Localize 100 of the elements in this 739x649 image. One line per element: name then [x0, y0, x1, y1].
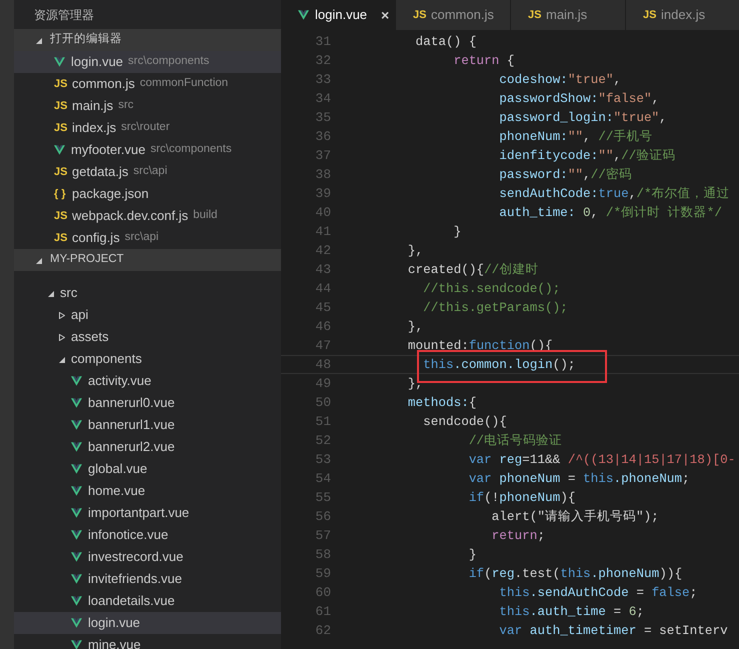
- code-line: passwordShow:"false",: [498, 90, 660, 108]
- code-line: data() {: [414, 32, 476, 51]
- file-item[interactable]: importantpart.vue: [14, 502, 281, 524]
- code-line: }: [452, 222, 462, 241]
- line-number: 31: [314, 32, 331, 51]
- sidebar-title: 资源管理器: [34, 6, 94, 24]
- section-header[interactable]: 打开的编辑器: [14, 29, 281, 51]
- line-number: 51: [314, 412, 331, 431]
- line-number: 32: [314, 52, 331, 70]
- file-item[interactable]: global.vue: [14, 458, 281, 480]
- braces-icon: { }: [54, 186, 66, 202]
- js-icon: JS: [54, 164, 66, 180]
- vue-icon: [71, 486, 82, 496]
- js-icon: JS: [54, 76, 66, 92]
- code-line: password_login:"true",: [498, 108, 667, 127]
- open-editor-item[interactable]: { } package.json: [14, 183, 281, 205]
- open-editor-item[interactable]: JS common.js commonFunction: [14, 73, 281, 95]
- close-button[interactable]: ×: [381, 4, 390, 26]
- file-item[interactable]: login.vue: [14, 612, 281, 634]
- expanded-triangle-icon[interactable]: [36, 256, 42, 264]
- code-line: password:"",//密码: [498, 166, 632, 184]
- line-number: 53: [314, 450, 331, 469]
- section-header[interactable]: MY-PROJECT: [14, 249, 281, 271]
- vue-icon: [71, 618, 82, 628]
- open-editor-item[interactable]: JS main.js src: [14, 95, 281, 117]
- file-item[interactable]: loandetails.vue: [14, 590, 281, 612]
- vue-icon: [71, 464, 82, 474]
- folder-item[interactable]: src: [14, 282, 281, 304]
- line-number: 37: [314, 146, 331, 165]
- expanded-triangle-icon[interactable]: [59, 356, 65, 362]
- line-number: 52: [314, 432, 331, 450]
- expanded-triangle-icon[interactable]: [36, 36, 42, 44]
- file-path: src\api: [133, 164, 168, 180]
- file-item[interactable]: infonotice.vue: [14, 524, 281, 546]
- collapsed-triangle-icon[interactable]: [59, 312, 65, 318]
- vue-icon: [71, 530, 82, 540]
- editor-tab[interactable]: login.vue ×: [281, 0, 396, 30]
- folder-item[interactable]: api: [14, 304, 281, 326]
- code-line: },: [406, 242, 424, 260]
- code-line: //this.sendcode();: [422, 280, 560, 298]
- line-number: 47: [314, 336, 331, 355]
- code-line: var auth_timetimer = setInterv: [498, 622, 728, 640]
- code-line: this.auth_time = 6;: [498, 602, 644, 621]
- collapsed-triangle-icon[interactable]: [59, 334, 65, 340]
- code-line: return;: [490, 526, 545, 545]
- open-editor-item[interactable]: myfooter.vue src\components: [14, 139, 281, 161]
- file-item[interactable]: bannerurl0.vue: [14, 392, 281, 414]
- editor-tab[interactable]: JS common.js: [396, 0, 511, 30]
- code-line: this.sendAuthCode = false;: [498, 584, 698, 602]
- line-number: 50: [314, 394, 331, 412]
- vue-icon: [71, 398, 82, 408]
- code-line: codeshow:"true",: [498, 70, 622, 89]
- line-number: 38: [314, 166, 331, 184]
- editor-tab[interactable]: JS main.js: [511, 0, 626, 30]
- file-path: src\components: [150, 142, 232, 158]
- expanded-triangle-icon[interactable]: [48, 290, 54, 296]
- open-editor-item[interactable]: login.vue src\components: [14, 51, 281, 73]
- file-item[interactable]: bannerurl1.vue: [14, 414, 281, 436]
- file-item[interactable]: investrecord.vue: [14, 546, 281, 568]
- line-number: 44: [314, 280, 331, 298]
- line-number: 46: [314, 318, 331, 336]
- code-line: if(!phoneNum){: [468, 488, 576, 507]
- file-path: src\router: [121, 120, 170, 136]
- vue-icon: [54, 57, 65, 67]
- code-line: phoneNum:"", //手机号: [498, 128, 653, 146]
- line-number: 54: [314, 470, 331, 488]
- js-icon: JS: [528, 6, 540, 24]
- line-number: 60: [314, 584, 331, 602]
- vue-icon: [71, 574, 82, 584]
- file-path: commonFunction: [140, 76, 228, 92]
- code-line: if(reg.test(this.phoneNum)){: [468, 564, 682, 583]
- editor-tab[interactable]: JS index.js: [626, 0, 739, 30]
- file-path: src: [118, 98, 134, 114]
- vue-icon: [71, 442, 82, 452]
- file-item[interactable]: bannerurl2.vue: [14, 436, 281, 458]
- code-line: methods:{: [406, 394, 476, 412]
- open-editor-item[interactable]: JS getdata.js src\api: [14, 161, 281, 183]
- file-item[interactable]: home.vue: [14, 480, 281, 502]
- vue-icon: [54, 145, 65, 155]
- code-line: sendcode(){: [422, 412, 507, 431]
- line-number: 34: [314, 90, 331, 108]
- file-item[interactable]: activity.vue: [14, 370, 281, 392]
- line-number: 49: [314, 374, 331, 393]
- js-icon: JS: [54, 120, 66, 136]
- open-editor-item[interactable]: JS index.js src\router: [14, 117, 281, 139]
- line-number: 42: [314, 242, 331, 260]
- folder-item[interactable]: components: [14, 348, 281, 370]
- line-number: 56: [314, 508, 331, 526]
- line-number: 36: [314, 128, 331, 146]
- line-number: 58: [314, 546, 331, 564]
- open-editor-item[interactable]: JS config.js src\api: [14, 227, 281, 249]
- js-icon: JS: [54, 230, 66, 246]
- js-icon: JS: [54, 98, 66, 114]
- line-number: 35: [314, 108, 331, 127]
- code-line: //电话号码验证: [468, 432, 562, 450]
- file-item[interactable]: invitefriends.vue: [14, 568, 281, 590]
- folder-item[interactable]: assets: [14, 326, 281, 348]
- open-editor-item[interactable]: JS webpack.dev.conf.js build: [14, 205, 281, 227]
- code-line: sendAuthCode:true,/*布尔值，通过: [498, 184, 730, 203]
- code-line: //this.getParams();: [422, 298, 568, 317]
